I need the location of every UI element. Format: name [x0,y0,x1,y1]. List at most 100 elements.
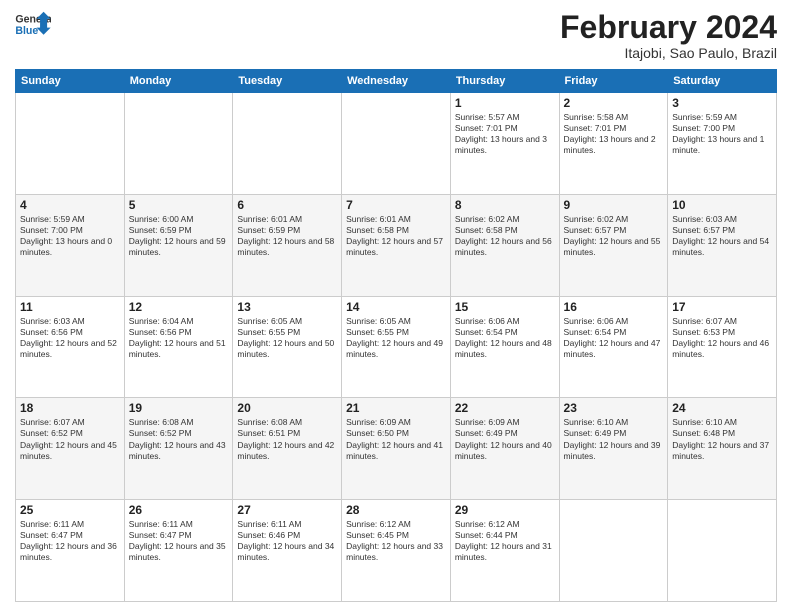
calendar-cell: 4Sunrise: 5:59 AMSunset: 7:00 PMDaylight… [16,194,125,296]
day-info: Sunrise: 5:58 AMSunset: 7:01 PMDaylight:… [564,112,664,156]
day-info: Sunrise: 6:09 AMSunset: 6:50 PMDaylight:… [346,417,446,461]
weekday-header: Tuesday [233,70,342,93]
calendar-cell: 17Sunrise: 6:07 AMSunset: 6:53 PMDayligh… [668,296,777,398]
day-info: Sunrise: 6:06 AMSunset: 6:54 PMDaylight:… [564,316,664,360]
calendar-cell: 22 Sunrise: 6:09 AMSunset: 6:49 PMDayligh… [450,398,559,500]
day-info: Sunrise: 6:00 AMSunset: 6:59 PMDaylight:… [129,214,229,258]
calendar-cell: 1 Sunrise: 5:57 AMSunset: 7:01 PMDaylight… [450,93,559,195]
weekday-header: Sunday [16,70,125,93]
weekday-header-row: SundayMondayTuesdayWednesdayThursdayFrid… [16,70,777,93]
day-info: Sunrise: 6:10 AMSunset: 6:49 PMDaylight:… [564,417,664,461]
calendar-cell [668,500,777,602]
calendar-week-row: 25 Sunrise: 6:11 AMSunset: 6:47 PMDayligh… [16,500,777,602]
day-info: Sunrise: 6:08 AMSunset: 6:52 PMDaylight:… [129,417,229,461]
calendar-cell [233,93,342,195]
calendar-cell: 29 Sunrise: 6:12 AMSunset: 6:44 PMDayligh… [450,500,559,602]
day-number: 23 [564,401,664,415]
calendar-cell: 25 Sunrise: 6:11 AMSunset: 6:47 PMDayligh… [16,500,125,602]
day-info: Sunrise: 6:10 AMSunset: 6:48 PMDaylight:… [672,417,772,461]
day-info: Sunrise: 6:11 AMSunset: 6:46 PMDaylight:… [237,519,337,563]
calendar-cell [124,93,233,195]
calendar-cell: 9 Sunrise: 6:02 AMSunset: 6:57 PMDaylight… [559,194,668,296]
day-number: 5 [129,198,229,212]
day-info: Sunrise: 6:11 AMSunset: 6:47 PMDaylight:… [129,519,229,563]
calendar-cell [559,500,668,602]
calendar-cell: 3Sunrise: 5:59 AMSunset: 7:00 PMDaylight… [668,93,777,195]
calendar-cell: 24 Sunrise: 6:10 AMSunset: 6:48 PMDayligh… [668,398,777,500]
title-block: February 2024 Itajobi, Sao Paulo, Brazil [560,10,777,61]
calendar-cell: 2 Sunrise: 5:58 AMSunset: 7:01 PMDaylight… [559,93,668,195]
calendar-cell: 19 Sunrise: 6:08 AMSunset: 6:52 PMDayligh… [124,398,233,500]
svg-text:Blue: Blue [15,25,38,37]
day-number: 26 [129,503,229,517]
day-info: Sunrise: 5:57 AMSunset: 7:01 PMDaylight:… [455,112,555,156]
calendar-cell: 10 Sunrise: 6:03 AMSunset: 6:57 PMDayligh… [668,194,777,296]
logo: General Blue [15,10,51,40]
header: General Blue February 2024 Itajobi, Sao … [15,10,777,61]
day-number: 14 [346,300,446,314]
day-number: 15 [455,300,555,314]
calendar-cell: 7Sunrise: 6:01 AMSunset: 6:58 PMDaylight… [342,194,451,296]
day-number: 4 [20,198,120,212]
day-number: 11 [20,300,120,314]
day-info: Sunrise: 6:12 AMSunset: 6:44 PMDaylight:… [455,519,555,563]
calendar-cell: 8Sunrise: 6:02 AMSunset: 6:58 PMDaylight… [450,194,559,296]
weekday-header: Saturday [668,70,777,93]
calendar-cell: 26 Sunrise: 6:11 AMSunset: 6:47 PMDayligh… [124,500,233,602]
page: General Blue February 2024 Itajobi, Sao … [0,0,792,612]
calendar-cell: 16Sunrise: 6:06 AMSunset: 6:54 PMDayligh… [559,296,668,398]
weekday-header: Wednesday [342,70,451,93]
calendar-cell [342,93,451,195]
day-info: Sunrise: 6:09 AMSunset: 6:49 PMDaylight:… [455,417,555,461]
calendar-cell: 21 Sunrise: 6:09 AMSunset: 6:50 PMDayligh… [342,398,451,500]
day-info: Sunrise: 6:07 AMSunset: 6:52 PMDaylight:… [20,417,120,461]
day-number: 22 [455,401,555,415]
calendar-cell [16,93,125,195]
day-number: 24 [672,401,772,415]
day-number: 17 [672,300,772,314]
day-number: 25 [20,503,120,517]
calendar-cell: 12Sunrise: 6:04 AMSunset: 6:56 PMDayligh… [124,296,233,398]
calendar-cell: 15 Sunrise: 6:06 AMSunset: 6:54 PMDayligh… [450,296,559,398]
weekday-header: Thursday [450,70,559,93]
day-number: 1 [455,96,555,110]
day-number: 9 [564,198,664,212]
calendar-cell: 6 Sunrise: 6:01 AMSunset: 6:59 PMDaylight… [233,194,342,296]
calendar-cell: 23 Sunrise: 6:10 AMSunset: 6:49 PMDayligh… [559,398,668,500]
calendar-cell: 5 Sunrise: 6:00 AMSunset: 6:59 PMDaylight… [124,194,233,296]
day-info: Sunrise: 6:08 AMSunset: 6:51 PMDaylight:… [237,417,337,461]
calendar-week-row: 11Sunrise: 6:03 AMSunset: 6:56 PMDayligh… [16,296,777,398]
calendar-cell: 18 Sunrise: 6:07 AMSunset: 6:52 PMDayligh… [16,398,125,500]
weekday-header: Friday [559,70,668,93]
calendar-table: SundayMondayTuesdayWednesdayThursdayFrid… [15,69,777,602]
day-number: 19 [129,401,229,415]
day-info: Sunrise: 6:02 AMSunset: 6:57 PMDaylight:… [564,214,664,258]
weekday-header: Monday [124,70,233,93]
day-info: Sunrise: 6:11 AMSunset: 6:47 PMDaylight:… [20,519,120,563]
day-number: 12 [129,300,229,314]
day-info: Sunrise: 6:12 AMSunset: 6:45 PMDaylight:… [346,519,446,563]
day-info: Sunrise: 6:01 AMSunset: 6:59 PMDaylight:… [237,214,337,258]
calendar-week-row: 1 Sunrise: 5:57 AMSunset: 7:01 PMDaylight… [16,93,777,195]
month-title: February 2024 [560,10,777,45]
day-number: 6 [237,198,337,212]
day-info: Sunrise: 6:03 AMSunset: 6:57 PMDaylight:… [672,214,772,258]
calendar-cell: 11Sunrise: 6:03 AMSunset: 6:56 PMDayligh… [16,296,125,398]
day-number: 2 [564,96,664,110]
calendar-cell: 28Sunrise: 6:12 AMSunset: 6:45 PMDayligh… [342,500,451,602]
day-number: 29 [455,503,555,517]
calendar-week-row: 4Sunrise: 5:59 AMSunset: 7:00 PMDaylight… [16,194,777,296]
day-number: 18 [20,401,120,415]
day-number: 20 [237,401,337,415]
calendar-cell: 27Sunrise: 6:11 AMSunset: 6:46 PMDayligh… [233,500,342,602]
day-info: Sunrise: 6:05 AMSunset: 6:55 PMDaylight:… [237,316,337,360]
day-info: Sunrise: 6:02 AMSunset: 6:58 PMDaylight:… [455,214,555,258]
day-info: Sunrise: 6:06 AMSunset: 6:54 PMDaylight:… [455,316,555,360]
day-info: Sunrise: 6:01 AMSunset: 6:58 PMDaylight:… [346,214,446,258]
day-number: 13 [237,300,337,314]
day-number: 10 [672,198,772,212]
logo-icon: General Blue [15,10,51,40]
day-number: 3 [672,96,772,110]
calendar-cell: 14Sunrise: 6:05 AMSunset: 6:55 PMDayligh… [342,296,451,398]
day-number: 21 [346,401,446,415]
